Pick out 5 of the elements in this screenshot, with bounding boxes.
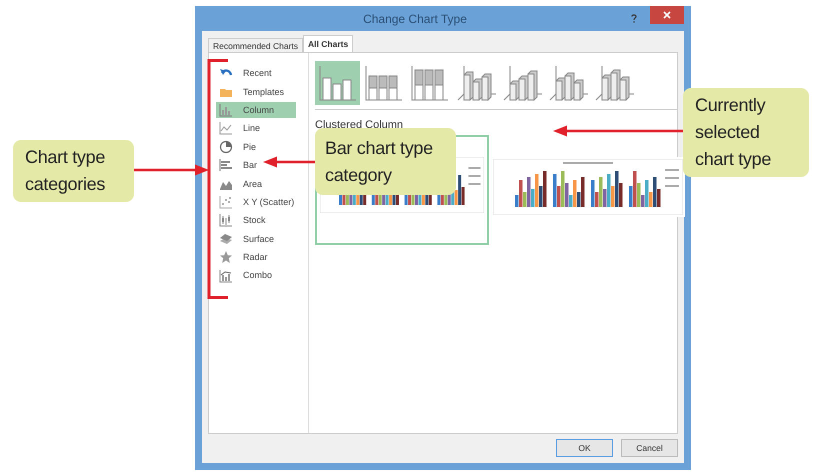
callout-tooltip: Currently selected chart type (683, 88, 809, 177)
chart-subtype-title: Clustered Column (315, 119, 404, 131)
callout-tooltip: Bar chart type category (315, 128, 456, 195)
callout-tooltip: Chart type categories (13, 140, 134, 202)
window-title: Change Chart Type (362, 12, 468, 26)
